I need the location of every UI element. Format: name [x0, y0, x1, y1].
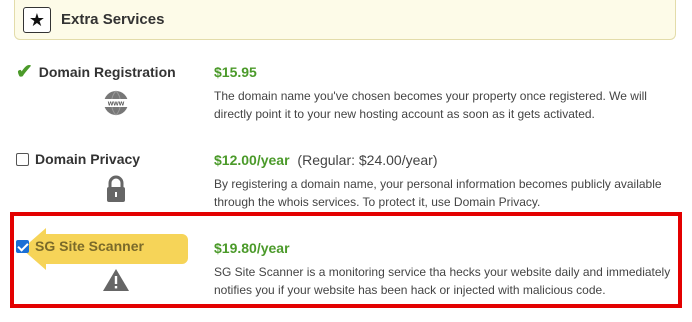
- red-highlight-box: [10, 212, 682, 308]
- regular-price: (Regular: $24.00/year): [297, 152, 438, 168]
- www-globe-icon: www: [98, 88, 134, 118]
- section-title: Extra Services: [61, 11, 165, 28]
- service-description-line: By registering a domain name, your perso…: [214, 177, 662, 191]
- star-icon: ★: [23, 7, 51, 33]
- domain-privacy-checkbox[interactable]: [16, 152, 29, 166]
- lock-icon: [98, 174, 134, 204]
- extra-services-header: ★ Extra Services: [14, 0, 676, 40]
- service-price: $12.00/year: [214, 152, 290, 168]
- service-price: $15.95: [214, 64, 257, 80]
- svg-text:www: www: [107, 101, 125, 108]
- service-name: Domain Privacy: [35, 151, 141, 167]
- service-description-line: through the whois services. To protect i…: [214, 195, 541, 209]
- service-description-line: The domain name you've chosen becomes yo…: [214, 89, 647, 103]
- service-name: Domain Registration: [38, 64, 176, 80]
- service-description-line: directly point it to your new hosting ac…: [214, 107, 595, 121]
- checkmark-icon: ✔: [16, 61, 33, 83]
